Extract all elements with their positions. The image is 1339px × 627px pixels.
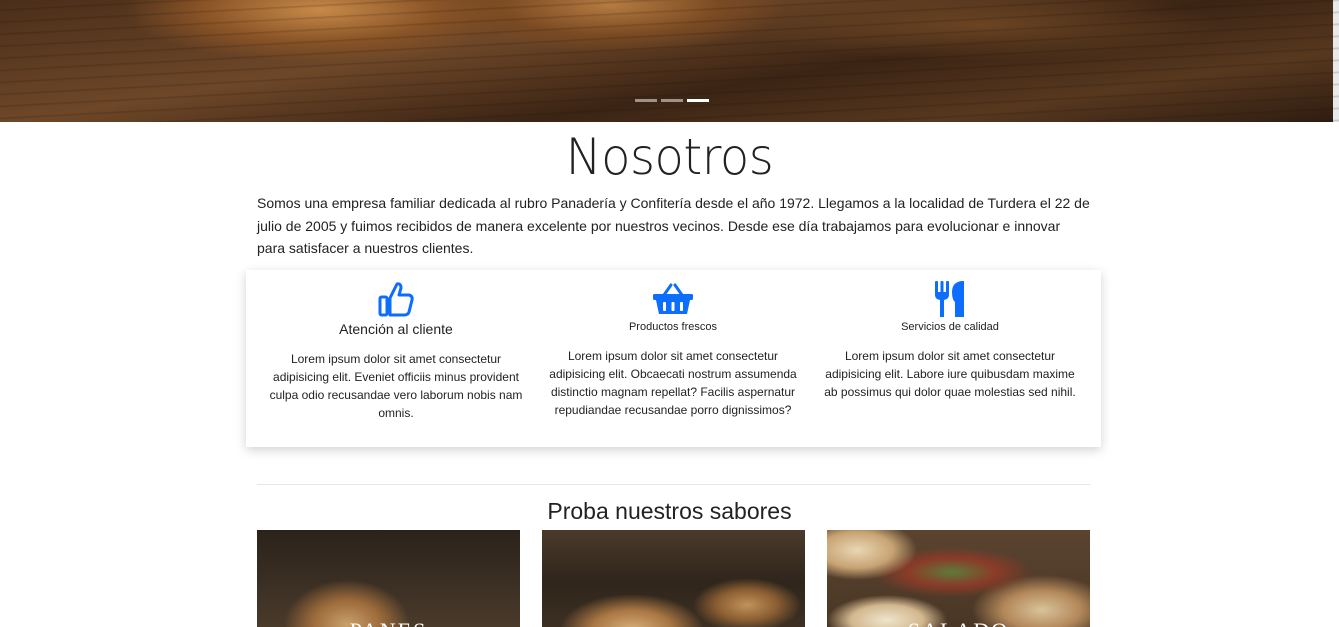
feature-quality-services: Servicios de calidad Lorem ipsum dolor s… [815, 270, 1085, 401]
utensils-icon [935, 281, 964, 317]
thumbs-up-icon [378, 282, 414, 317]
flavor-card-2[interactable] [542, 530, 805, 627]
basket-icon [653, 283, 693, 314]
feature-title: Atención al cliente [339, 321, 453, 337]
feature-text: Lorem ipsum dolor sit amet consectetur a… [549, 349, 797, 417]
carousel-indicators [635, 99, 709, 102]
feature-text: Lorem ipsum dolor sit amet consectetur a… [824, 349, 1076, 399]
feature-customer-service: Atención al cliente Lorem ipsum dolor si… [261, 270, 531, 422]
flavors-title: Proba nuestros sabores [547, 498, 792, 524]
flavor-card-panes[interactable]: PANES [257, 530, 520, 627]
section-divider [257, 484, 1090, 485]
carousel-indicator-1[interactable] [635, 99, 657, 102]
flavor-card-label: PANES [257, 618, 520, 627]
carousel-indicator-3[interactable] [687, 99, 709, 102]
about-text: Somos una empresa familiar dedicada al r… [257, 195, 1090, 256]
carousel-indicator-2[interactable] [661, 99, 683, 102]
hero-carousel [0, 0, 1339, 122]
flavor-card-label: SALADO [827, 618, 1090, 627]
feature-title: Productos frescos [628, 321, 718, 333]
flavor-card-salado[interactable]: SALADO [827, 530, 1090, 627]
hero-edge [1333, 0, 1339, 122]
feature-title: Servicios de calidad [901, 321, 999, 333]
feature-fresh-products: Productos frescos Lorem ipsum dolor sit … [538, 270, 808, 419]
features-card: Atención al cliente Lorem ipsum dolor si… [246, 270, 1101, 447]
about-title: Nosotros [565, 128, 774, 186]
feature-text: Lorem ipsum dolor sit amet consectetur a… [269, 352, 523, 420]
